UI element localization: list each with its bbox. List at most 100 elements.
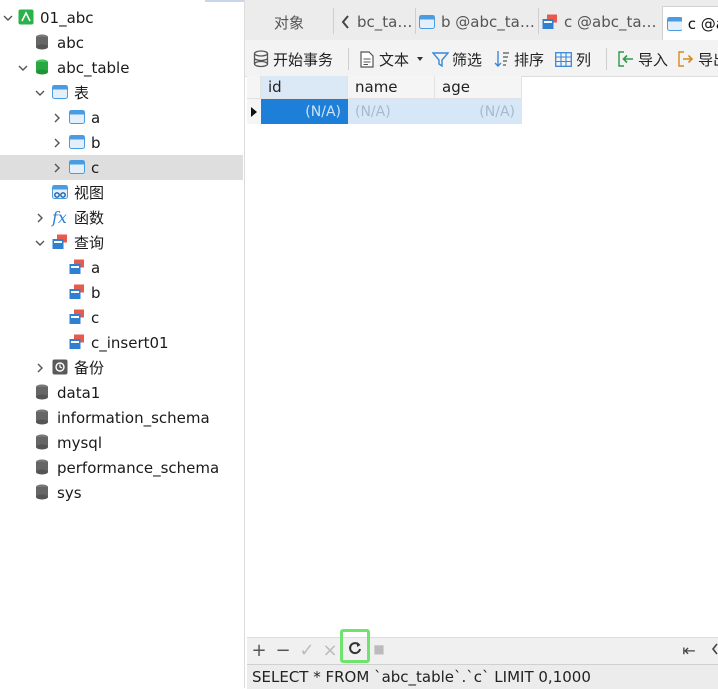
cell-age[interactable]: (N/A) [435,99,522,124]
table-icon [69,159,85,175]
tab-c-active[interactable]: c @a [662,6,718,41]
cell-name[interactable]: (N/A) [348,99,435,124]
toolbar-label: 筛选 [452,50,483,69]
filter-button[interactable]: 筛选 [432,49,482,69]
tab-bc-table[interactable]: bc_ta… [355,7,419,37]
tab-label: c @abc_ta… [564,13,657,31]
tab-objects[interactable]: 对象 [245,7,333,37]
text-view-dropdown[interactable]: 文本 [360,49,425,69]
database-icon [35,484,51,500]
tree-item-label: b [91,133,101,152]
tree-item-label: b [91,283,101,302]
chevron-right-icon[interactable] [52,138,62,148]
discard-changes-button[interactable]: × [320,640,340,661]
tree-item-table-c[interactable]: c [0,155,243,180]
toolbar-label: 文本 [379,50,410,69]
tab-divider [415,8,416,34]
tree-item-label: 函数 [74,209,105,227]
column-header-label: id [268,78,282,96]
tree-item-database-abc-table[interactable]: abc_table [0,55,243,80]
tree-item-query-a[interactable]: a [0,255,243,280]
query-icon [69,334,85,350]
cell-id[interactable]: (N/A) [261,99,348,124]
cross-icon: × [322,640,338,661]
column-header-age[interactable]: age [435,76,522,99]
tree-item-query-c-insert01[interactable]: c_insert01 [0,330,243,355]
tree-item-functions-folder[interactable]: fx 函数 [0,205,243,230]
refresh-button[interactable] [345,641,365,659]
tree-item-database-performance-schema[interactable]: performance_schema [0,455,243,480]
tree-item-database-information-schema[interactable]: information_schema [0,405,243,430]
stop-button[interactable]: ■ [369,642,389,656]
tree-item-database-sys[interactable]: sys [0,480,243,505]
connection-icon [18,9,34,25]
sql-statement: SELECT * FROM `abc_table`.`c` LIMIT 0,10… [252,668,591,686]
tree-item-backups-folder[interactable]: 备份 [0,355,243,380]
tree-item-database-data1[interactable]: data1 [0,380,243,405]
database-icon [35,384,51,400]
tab-label: bc_ta… [357,13,413,31]
tree-item-table-b[interactable]: b [0,130,243,155]
tree-item-tables-folder[interactable]: 表 [0,80,243,105]
navigator-sidebar: 01_abc abc abc_table 表 a b c 视图 fx 函数 查询… [0,0,245,688]
import-icon [618,51,633,67]
chevron-down-icon[interactable] [3,13,13,23]
apply-changes-button[interactable]: ✓ [297,640,317,661]
sort-icon [494,51,509,67]
tree-item-label: c [91,158,100,177]
tree-item-query-c[interactable]: c [0,305,243,330]
chevron-down-icon[interactable] [35,238,45,248]
begin-transaction-button[interactable]: 开始事务 [253,49,333,69]
import-button[interactable]: 导入 [618,49,668,69]
toolbar-label: 排序 [514,50,545,69]
tab-bar: 对象 bc_ta… b @abc_ta… c @abc_ta… c @a [245,0,718,41]
column-header-name[interactable]: name [348,76,435,99]
funnel-icon [432,52,449,67]
tree-item-query-b[interactable]: b [0,280,243,305]
toolbar-label: 开始事务 [273,50,334,69]
tree-item-label: information_schema [57,408,210,427]
caret-down-icon [417,57,424,61]
document-icon [360,50,374,68]
tree-item-database-abc[interactable]: abc [0,30,243,55]
row-indicator[interactable] [247,99,261,124]
tab-b-abc-table[interactable]: b @abc_ta… [419,7,537,37]
add-record-button[interactable]: + [249,640,269,661]
toolbar-label: 导出 [698,50,718,69]
tab-scroll-left-button[interactable] [335,7,355,37]
scroll-indicator [205,0,244,2]
query-icon [69,309,85,325]
views-icon [52,184,68,200]
status-bar: SELECT * FROM `abc_table`.`c` LIMIT 0,10… [247,664,718,689]
delete-record-button[interactable]: − [273,640,293,661]
tree-item-label: mysql [57,433,102,452]
sort-button[interactable]: 排序 [494,49,544,69]
column-header-id[interactable]: id [261,76,348,99]
tab-c-abc-table-query[interactable]: c @abc_ta… [542,7,660,37]
tree-item-label: a [91,258,101,277]
previous-page-button[interactable] [710,641,718,661]
columns-button[interactable]: 列 [555,49,591,69]
tree-item-database-mysql[interactable]: mysql [0,430,243,455]
tree-item-label: data1 [57,383,101,402]
tree-item-queries-folder[interactable]: 查询 [0,230,243,255]
export-button[interactable]: 导出 [678,49,718,69]
chevron-down-icon[interactable] [35,88,45,98]
column-header-label: age [442,78,470,96]
tree-item-label: c [91,308,100,327]
tree-item-connection-01-abc[interactable]: 01_abc [0,5,243,30]
first-page-button[interactable]: ⇤ [679,641,699,660]
chevron-right-icon[interactable] [35,213,45,223]
tree-item-table-a[interactable]: a [0,105,243,130]
tab-label: b @abc_ta… [441,13,535,31]
chevron-right-icon[interactable] [52,113,62,123]
tree-item-views-folder[interactable]: 视图 [0,180,243,205]
backup-icon [52,359,68,375]
chevron-right-icon[interactable] [52,163,62,173]
cell-value: (N/A) [355,103,391,120]
database-icon [35,434,51,450]
database-open-icon [35,59,51,75]
chevron-down-icon[interactable] [18,63,28,73]
chevron-right-icon[interactable] [35,363,45,373]
function-icon: fx [52,208,67,227]
